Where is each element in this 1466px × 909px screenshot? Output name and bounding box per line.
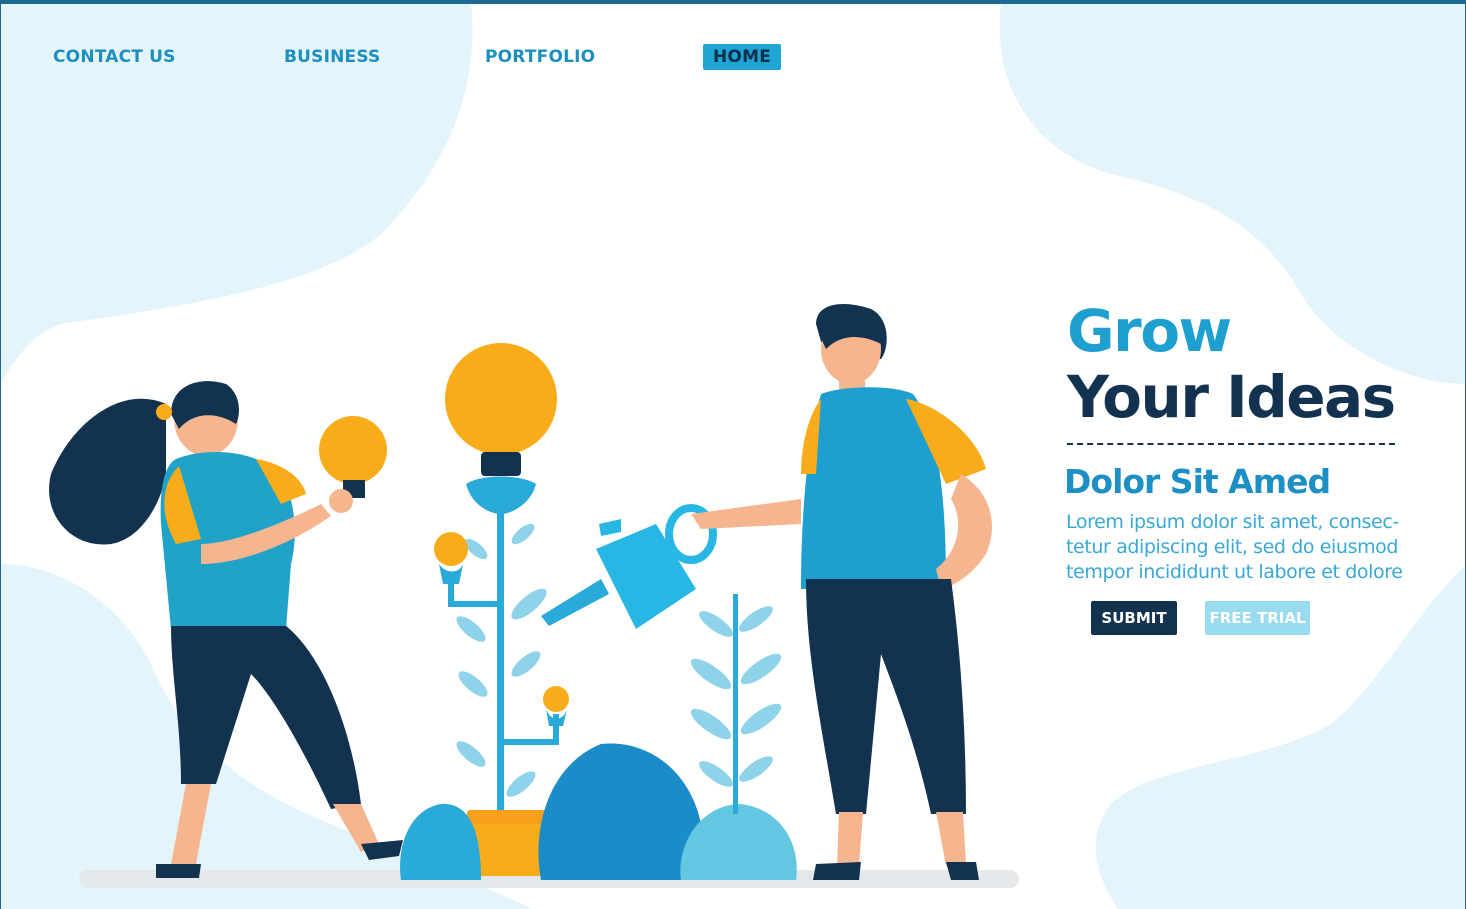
landing-page: CONTACT US BUSINESS PORTFOLIO HOME Grow … xyxy=(0,0,1466,909)
hero-illustration xyxy=(49,304,992,880)
dashed-divider xyxy=(1067,443,1395,445)
submit-button[interactable]: SUBMIT xyxy=(1091,601,1177,635)
free-trial-button[interactable]: FREE TRIAL xyxy=(1205,601,1310,635)
woman-figure xyxy=(49,381,403,878)
watering-can-icon xyxy=(541,504,717,629)
bushes xyxy=(400,594,797,880)
hero-title-line1: Grow xyxy=(1067,297,1232,365)
hero-subtitle: Dolor Sit Amed xyxy=(1064,462,1331,501)
hero-body-text: Lorem ipsum dolor sit amet, consec-tetur… xyxy=(1066,511,1403,583)
lightbulb-icon xyxy=(445,343,557,455)
idea-plant xyxy=(434,343,569,876)
hero-title-line2: Your Ideas xyxy=(1067,363,1396,431)
